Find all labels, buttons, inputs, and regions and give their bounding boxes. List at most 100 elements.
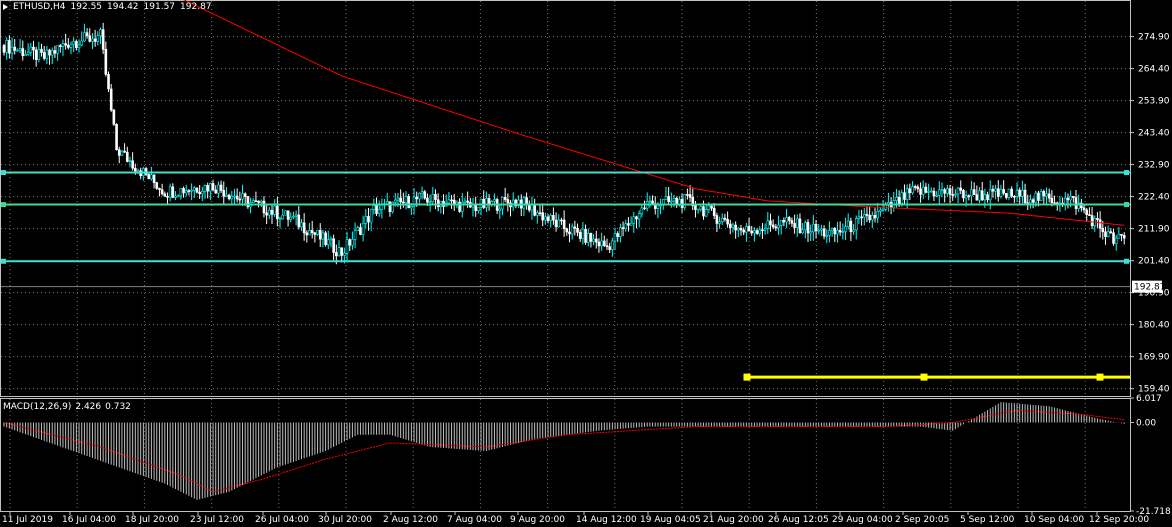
- candle-body: [1098, 219, 1102, 229]
- candle-body: [273, 205, 276, 215]
- candle-body: [1010, 188, 1013, 197]
- candle-body: [270, 209, 274, 215]
- candle-body: [134, 167, 137, 172]
- candle-body: [289, 216, 293, 220]
- candle-body: [1090, 215, 1094, 227]
- candle-body: [305, 232, 309, 236]
- candle-body: [369, 209, 373, 223]
- candle-body: [450, 199, 453, 202]
- macd-signal-value: 0.732: [105, 402, 131, 412]
- candle-body: [1066, 197, 1070, 201]
- candle-body: [541, 212, 544, 221]
- candle-body: [32, 46, 35, 51]
- price-chart[interactable]: 274.90 264.40 253.90 243.40 232.90 222.40 211.…: [0, 0, 1172, 527]
- candle-body: [1106, 231, 1110, 238]
- candle-body: [739, 228, 743, 231]
- candle-body: [351, 239, 354, 246]
- candle-body: [836, 230, 839, 235]
- candle-body: [1069, 195, 1072, 201]
- candle-body: [530, 204, 534, 211]
- candle-body: [573, 226, 577, 229]
- candle-body: [222, 190, 226, 197]
- candle-body: [147, 174, 151, 180]
- candle-body: [632, 216, 636, 224]
- candle-body: [924, 186, 928, 193]
- candle-body: [402, 201, 405, 204]
- time-label: 16 Jul 04:00: [62, 515, 116, 525]
- candle-body: [664, 196, 668, 200]
- candle-body: [329, 238, 333, 241]
- candle-body: [640, 207, 644, 215]
- candle-body: [21, 48, 25, 57]
- candle-body: [946, 188, 949, 194]
- high-value: 194.42: [107, 2, 139, 12]
- candle-body: [80, 40, 84, 46]
- candle-body: [838, 230, 842, 233]
- candle-body: [1002, 189, 1005, 194]
- candle-body: [310, 230, 314, 234]
- candle-body: [1037, 192, 1040, 201]
- candle-body: [854, 218, 858, 231]
- candle-body: [833, 228, 837, 235]
- time-label: 26 Aug 12:05: [768, 515, 829, 525]
- current-price-label: 192.87: [1134, 283, 1166, 293]
- candle-body: [761, 229, 764, 232]
- candle-body: [112, 109, 116, 125]
- candle-body: [34, 49, 38, 60]
- candle-body: [594, 238, 598, 243]
- candle-body: [1101, 227, 1105, 233]
- time-label: 18 Jul 20:00: [125, 515, 179, 525]
- candle-body: [123, 150, 126, 153]
- candle-body: [300, 222, 303, 228]
- candle-body: [423, 191, 427, 199]
- candle-body: [88, 35, 92, 42]
- candle-body: [99, 29, 102, 37]
- candle-body: [485, 198, 488, 208]
- candle-body: [619, 227, 622, 237]
- candle-body: [61, 43, 65, 47]
- candle-body: [53, 50, 57, 54]
- candle-body: [742, 229, 745, 233]
- candle-body: [436, 199, 440, 208]
- candle-body: [557, 219, 561, 228]
- level-handle-left: [1, 202, 6, 208]
- candle-body: [956, 187, 960, 195]
- candle-body: [862, 214, 866, 218]
- candle-body: [257, 200, 260, 203]
- candle-body: [568, 231, 571, 235]
- candle-body: [879, 209, 882, 212]
- candle-body: [999, 189, 1003, 197]
- candle-body: [152, 174, 156, 183]
- candle-body: [284, 210, 287, 216]
- candle-body: [570, 226, 574, 235]
- candle-body: [1007, 188, 1011, 198]
- candle-body: [986, 194, 989, 201]
- candle-body: [683, 194, 687, 208]
- candle-body: [225, 194, 228, 197]
- candle-body: [45, 49, 49, 59]
- candle-body: [385, 201, 389, 204]
- candle-body: [431, 193, 435, 202]
- candle-body: [766, 220, 770, 229]
- candle-body: [493, 199, 496, 202]
- candle-body: [737, 228, 740, 231]
- support-handle: [920, 373, 928, 381]
- candle-body: [67, 44, 70, 48]
- candle-body: [812, 224, 815, 233]
- candle-body: [913, 186, 917, 188]
- candle-body: [755, 230, 759, 234]
- candle-body: [536, 212, 539, 216]
- candle-body: [921, 186, 925, 195]
- candle-body: [48, 49, 51, 56]
- candle-body: [771, 224, 775, 228]
- candle-body: [844, 226, 847, 232]
- candle-body: [337, 247, 341, 257]
- candle-body: [332, 238, 335, 253]
- candle-body: [1042, 191, 1046, 197]
- candle-body: [93, 38, 97, 42]
- candle-body: [158, 188, 161, 190]
- candle-body: [1039, 191, 1043, 201]
- candle-body: [101, 29, 105, 50]
- candle-body: [235, 195, 239, 200]
- candle-body: [201, 190, 204, 195]
